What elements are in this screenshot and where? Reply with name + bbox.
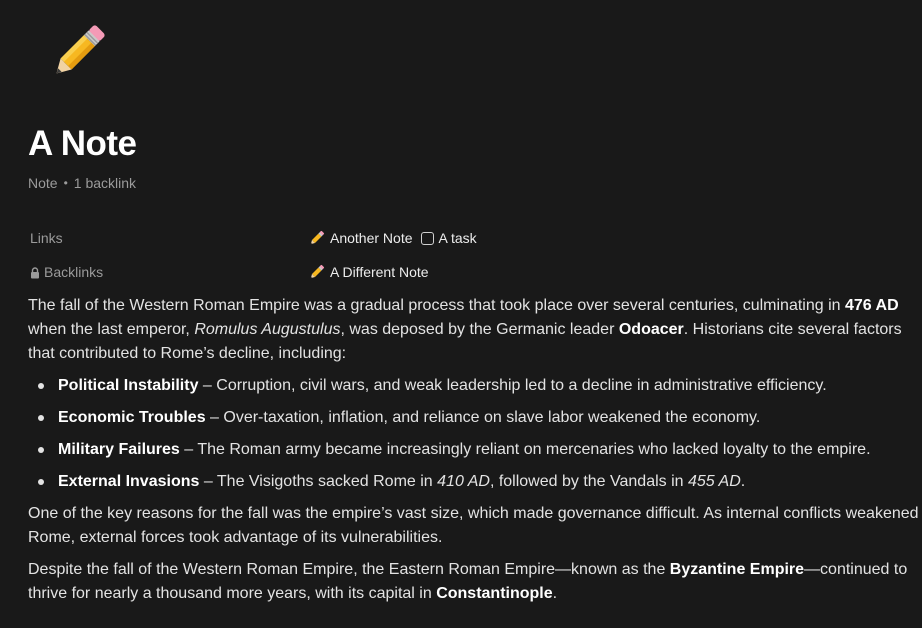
backlink-count[interactable]: 1 backlink (74, 175, 136, 191)
list-item: Military Failures – The Roman army becam… (38, 438, 920, 462)
link-another-note[interactable]: Another Note (308, 230, 413, 247)
list-item: External Invasions – The Visigoths sacke… (38, 470, 920, 494)
links-values: Another Note A task (308, 230, 477, 247)
list-item: Economic Troubles – Over-taxation, infla… (38, 406, 920, 430)
backlink-a-different-note[interactable]: A Different Note (308, 264, 429, 281)
lock-icon (30, 266, 40, 279)
meta-separator: • (63, 176, 68, 190)
page-title: A Note (28, 124, 137, 163)
backlinks-property: Backlinks A Different Note (28, 260, 429, 284)
links-property: Links Another Note A task (28, 226, 477, 250)
list-item: Political Instability – Corruption, civi… (38, 374, 920, 398)
checkbox-icon[interactable] (420, 231, 434, 245)
paragraph-size: One of the key reasons for the fall was … (28, 505, 919, 546)
paragraph-intro: The fall of the Western Roman Empire was… (28, 297, 902, 362)
paragraph-byzantine: Despite the fall of the Western Roman Em… (28, 561, 908, 602)
backlinks-label: Backlinks (28, 264, 308, 280)
backlink-label: A Different Note (330, 264, 429, 280)
backlinks-values: A Different Note (308, 264, 429, 281)
page-meta: Note • 1 backlink (28, 175, 136, 191)
link-a-task[interactable]: A task (420, 230, 477, 246)
pencil-emoji-icon[interactable] (46, 22, 108, 84)
note-body[interactable]: The fall of the Western Roman Empire was… (28, 294, 920, 614)
note-page: A Note Note • 1 backlink Links Another N… (0, 0, 922, 628)
factor-list: Political Instability – Corruption, civi… (28, 374, 920, 494)
pencil-emoji-icon (308, 230, 325, 247)
page-type: Note (28, 175, 58, 191)
link-label: A task (438, 230, 477, 246)
links-label: Links (30, 230, 63, 246)
link-label: Another Note (330, 230, 413, 246)
pencil-emoji-icon (308, 264, 325, 281)
